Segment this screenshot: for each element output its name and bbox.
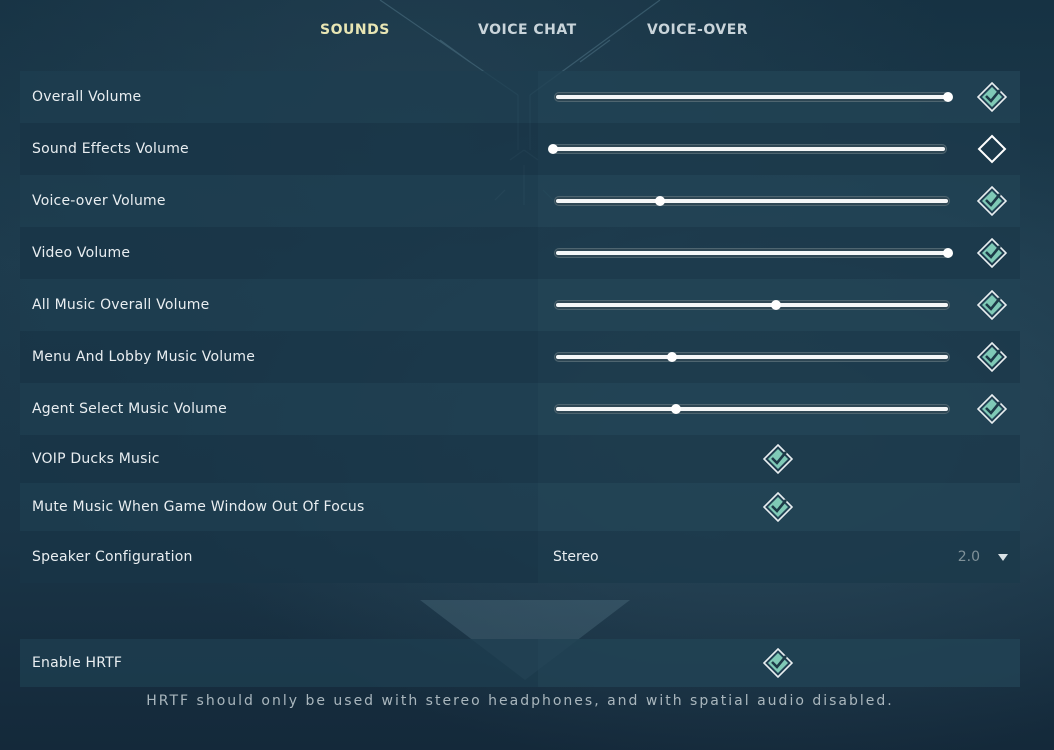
control-area xyxy=(538,331,1020,383)
setting-row-enable-hrtf: Enable HRTF xyxy=(20,639,1020,687)
slider-track xyxy=(556,303,948,307)
all-music-volume-slider[interactable] xyxy=(554,300,950,310)
setting-label: Agent Select Music Volume xyxy=(32,401,227,417)
slider-track xyxy=(556,355,948,359)
setting-row-overall-volume: Overall Volume xyxy=(20,71,1020,123)
setting-label: Voice-over Volume xyxy=(32,193,166,209)
slider-thumb[interactable] xyxy=(666,352,677,362)
overall-volume-slider[interactable] xyxy=(554,92,953,102)
overall-volume-checkbox-icon[interactable] xyxy=(977,82,1007,112)
slider-thumb[interactable] xyxy=(654,196,665,206)
sound-effects-volume-slider[interactable] xyxy=(548,144,947,154)
slider-thumb[interactable] xyxy=(548,144,558,154)
enable-hrtf-checkbox-icon[interactable] xyxy=(763,648,793,678)
setting-label: Speaker Configuration xyxy=(32,549,193,565)
slider-track xyxy=(556,251,948,255)
setting-row-sound-effects-volume: Sound Effects Volume xyxy=(20,123,1020,175)
control-area xyxy=(538,435,1020,483)
hrtf-note: HRTF should only be used with stereo hea… xyxy=(146,693,894,709)
setting-label: Mute Music When Game Window Out Of Focus xyxy=(32,499,365,515)
setting-row-agent-select-music-volume: Agent Select Music Volume xyxy=(20,383,1020,435)
slider-track xyxy=(553,147,945,151)
setting-row-voip-ducks-music: VOIP Ducks Music xyxy=(20,435,1020,483)
agent-select-music-volume-slider[interactable] xyxy=(554,404,950,414)
setting-row-video-volume: Video Volume xyxy=(20,227,1020,279)
setting-row-speaker-configuration: Speaker Configuration Stereo 2.0 xyxy=(20,531,1020,583)
menu-lobby-music-volume-slider[interactable] xyxy=(554,352,950,362)
setting-row-mute-music-out-of-focus: Mute Music When Game Window Out Of Focus xyxy=(20,483,1020,531)
tab-voice-chat[interactable]: VOICE CHAT xyxy=(478,22,577,38)
slider-track xyxy=(556,95,948,99)
hrtf-settings: Enable HRTF xyxy=(20,639,1020,687)
setting-row-all-music-volume: All Music Overall Volume xyxy=(20,279,1020,331)
dropdown-detail-value: 2.0 xyxy=(957,549,980,565)
voip-ducks-music-checkbox-icon[interactable] xyxy=(763,444,793,474)
settings-tabs: SOUNDS VOICE CHAT VOICE-OVER xyxy=(0,0,1054,62)
setting-label: Enable HRTF xyxy=(32,655,123,671)
control-area xyxy=(538,71,1020,123)
tab-voice-over[interactable]: VOICE-OVER xyxy=(647,22,748,38)
slider-thumb[interactable] xyxy=(770,300,781,310)
setting-label: Overall Volume xyxy=(32,89,142,105)
slider-track xyxy=(556,407,948,411)
control-area xyxy=(538,227,1020,279)
sound-settings-list: Overall Volume Sound Effects Volume Voic… xyxy=(20,71,1020,583)
voice-over-checkbox-icon[interactable] xyxy=(977,186,1007,216)
caret-down-icon[interactable] xyxy=(998,553,1008,561)
slider-track xyxy=(556,199,948,203)
control-area xyxy=(538,279,1020,331)
dropdown-selected-value: Stereo xyxy=(553,549,599,565)
sound-effects-checkbox-icon[interactable] xyxy=(977,134,1007,164)
agent-select-music-checkbox-icon[interactable] xyxy=(977,394,1007,424)
slider-thumb[interactable] xyxy=(943,248,953,258)
setting-label: Video Volume xyxy=(32,245,131,261)
setting-row-voice-over-volume: Voice-over Volume xyxy=(20,175,1020,227)
control-area xyxy=(538,639,1020,687)
control-area xyxy=(538,175,1020,227)
tab-sounds[interactable]: SOUNDS xyxy=(320,22,390,38)
setting-row-menu-lobby-music-volume: Menu And Lobby Music Volume xyxy=(20,331,1020,383)
control-area xyxy=(538,483,1020,531)
menu-lobby-music-checkbox-icon[interactable] xyxy=(977,342,1007,372)
setting-label: Menu And Lobby Music Volume xyxy=(32,349,256,365)
setting-label: Sound Effects Volume xyxy=(32,141,189,157)
slider-thumb[interactable] xyxy=(943,92,953,102)
speaker-configuration-dropdown[interactable]: Stereo 2.0 xyxy=(538,531,1020,583)
setting-label: All Music Overall Volume xyxy=(32,297,210,313)
control-area xyxy=(538,383,1020,435)
video-volume-checkbox-icon[interactable] xyxy=(977,238,1007,268)
setting-label: VOIP Ducks Music xyxy=(32,451,160,467)
all-music-checkbox-icon[interactable] xyxy=(977,290,1007,320)
video-volume-slider[interactable] xyxy=(554,248,953,258)
mute-music-out-of-focus-checkbox-icon[interactable] xyxy=(763,492,793,522)
slider-thumb[interactable] xyxy=(670,404,681,414)
voice-over-volume-slider[interactable] xyxy=(554,196,950,206)
control-area xyxy=(538,123,1020,175)
